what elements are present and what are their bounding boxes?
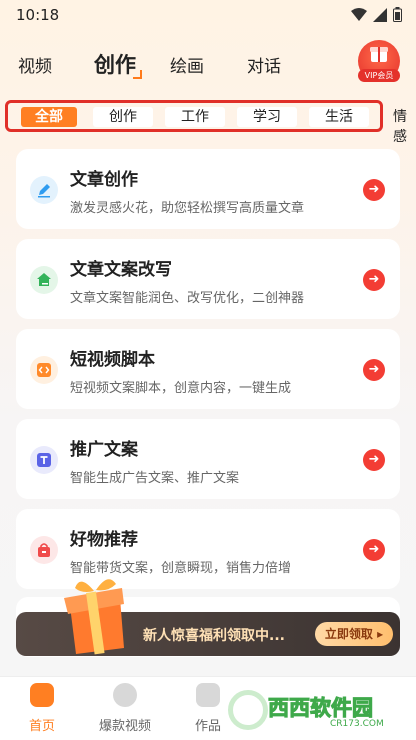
nav-hot-videos[interactable]: 爆款视频 (85, 683, 165, 734)
watermark-domain: CR173.COM (330, 719, 384, 729)
watermark-brand-green: 西西 (268, 696, 311, 721)
vip-label: VIP会员 (358, 69, 400, 82)
category-emotion[interactable]: 情感 (393, 106, 416, 146)
category-work[interactable]: 工作 (165, 107, 225, 127)
gift-box-icon (64, 579, 124, 655)
card-title: 好物推荐 (70, 530, 138, 550)
watermark-brand: 西西软件园 (268, 692, 374, 722)
tab-video[interactable]: 视频 (18, 52, 52, 77)
watermark: 西西软件园 CR173.COM (220, 688, 416, 734)
watermark-brand-white: 软件园 (310, 696, 374, 721)
watermark-logo-icon (228, 690, 268, 730)
card-desc: 智能带货文案，创意瞬现，销售力倍增 (70, 561, 292, 576)
promo-banner[interactable]: 新人惊喜福利领取中... 立即领取 ▸ (16, 579, 400, 656)
arrow-right-icon[interactable]: ➜ (363, 449, 385, 471)
promo-text: 新人惊喜福利领取中... (143, 628, 285, 644)
card-title: 短视频脚本 (70, 350, 155, 370)
code-icon (30, 356, 58, 384)
signal-icon (373, 7, 387, 22)
shopping-bag-icon (30, 536, 58, 564)
wifi-icon (351, 7, 367, 21)
home-icon (30, 683, 54, 707)
card-article-writing[interactable]: 文章创作 激发灵感火花，助您轻松撰写高质量文章 ➜ (16, 149, 400, 229)
nav-hot-videos-label: 爆款视频 (98, 719, 151, 734)
category-all[interactable]: 全部 (21, 107, 77, 127)
status-icons (351, 7, 402, 22)
nav-home-label: 首页 (28, 719, 55, 734)
card-desc: 短视频文案脚本，创意内容，一键生成 (70, 381, 292, 396)
text-t-icon (30, 446, 58, 474)
card-article-rewrite[interactable]: 文章文案改写 文章文案智能润色、改写优化，二创神器 ➜ (16, 239, 400, 319)
card-title: 文章创作 (70, 170, 138, 190)
tab-chat[interactable]: 对话 (247, 52, 281, 77)
card-short-video-script[interactable]: 短视频脚本 短视频文案脚本，创意内容，一键生成 ➜ (16, 329, 400, 409)
nav-home[interactable]: 首页 (2, 683, 82, 734)
arrow-right-icon[interactable]: ➜ (363, 539, 385, 561)
card-desc: 文章文案智能润色、改写优化，二创神器 (70, 291, 305, 306)
card-title: 推广文案 (70, 440, 138, 460)
vip-button[interactable]: VIP会员 (358, 40, 400, 82)
category-study[interactable]: 学习 (237, 107, 297, 127)
category-filter-bar: 全部 创作 工作 学习 生活 (5, 100, 383, 132)
pen-icon (30, 176, 58, 204)
tab-create[interactable]: 创作 (94, 49, 142, 79)
claim-now-button[interactable]: 立即领取 ▸ (315, 622, 393, 646)
card-title: 文章文案改写 (70, 260, 172, 280)
works-icon (196, 683, 220, 707)
arrow-right-icon[interactable]: ➜ (363, 359, 385, 381)
battery-icon (393, 7, 402, 22)
status-bar: 10:18 (0, 0, 416, 30)
tab-painting[interactable]: 绘画 (170, 52, 204, 77)
card-desc: 智能生成广告文案、推广文案 (70, 471, 240, 486)
card-desc: 激发灵感火花，助您轻松撰写高质量文章 (70, 201, 305, 216)
category-life[interactable]: 生活 (309, 107, 369, 127)
category-create[interactable]: 创作 (93, 107, 153, 127)
arrow-right-icon[interactable]: ➜ (363, 179, 385, 201)
card-promo-copy[interactable]: 推广文案 智能生成广告文案、推广文案 ➜ (16, 419, 400, 499)
video-icon (113, 683, 137, 707)
arrow-right-icon[interactable]: ➜ (363, 269, 385, 291)
top-nav: 视频 创作 绘画 对话 (0, 40, 416, 90)
house-edit-icon (30, 266, 58, 294)
status-time: 10:18 (16, 6, 60, 24)
